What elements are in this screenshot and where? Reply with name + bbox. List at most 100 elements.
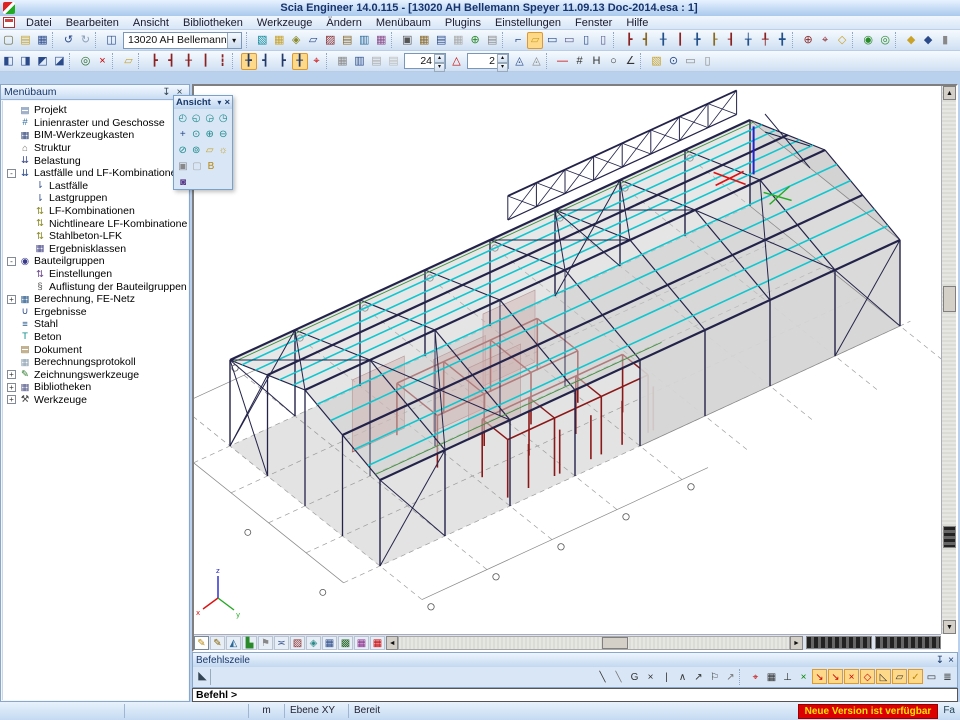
- view-option-icon[interactable]: ⊘: [177, 143, 190, 156]
- toolbar-icon[interactable]: ┠: [706, 32, 722, 49]
- toolbar-icon[interactable]: ╊: [241, 53, 257, 70]
- tree-expander-icon[interactable]: +: [7, 370, 16, 379]
- vscroll-thumb[interactable]: [943, 286, 956, 312]
- menu-item[interactable]: Datei: [19, 16, 59, 30]
- tree-item[interactable]: ▦ Ergebnisklassen: [3, 243, 188, 256]
- tree-item[interactable]: # Linienraster und Geschosse: [3, 117, 188, 130]
- project-combo[interactable]: 13020 AH Bellemann ▾: [123, 32, 242, 49]
- tree-item[interactable]: § Auflistung der Bauteilgruppen: [3, 280, 188, 293]
- toolbar-icon[interactable]: ▦: [35, 32, 51, 49]
- toolbar-icon[interactable]: ▮: [937, 32, 953, 49]
- tree-item[interactable]: + ▦ Bibliotheken: [3, 381, 188, 394]
- toolbar-icon[interactable]: ◈: [288, 32, 304, 49]
- snap-icon[interactable]: ╲: [611, 669, 626, 684]
- viewport-tool-icon[interactable]: ▙: [242, 636, 257, 650]
- tree-item[interactable]: ⇅ Einstellungen: [3, 268, 188, 281]
- menu-item[interactable]: Werkzeuge: [250, 16, 319, 30]
- menu-item[interactable]: Hilfe: [619, 16, 655, 30]
- viewport-tool-icon[interactable]: ▦: [322, 636, 337, 650]
- zoom-icon[interactable]: +: [177, 127, 190, 140]
- toolbar-icon[interactable]: ┫: [164, 53, 180, 70]
- menu-item[interactable]: Fenster: [568, 16, 619, 30]
- hscroll-right-icon[interactable]: ►: [790, 636, 802, 650]
- snap-icon[interactable]: |: [659, 669, 674, 684]
- toolbar-icon[interactable]: H: [589, 53, 605, 70]
- toolbar-icon[interactable]: ◬: [529, 53, 545, 70]
- clip-bar-1[interactable]: [806, 636, 872, 649]
- toolbar-icon[interactable]: ◉: [860, 32, 876, 49]
- toolbar-icon[interactable]: ◎: [877, 32, 893, 49]
- snap-icon[interactable]: ◇: [860, 669, 875, 684]
- toolbar-icon[interactable]: ▭: [544, 32, 560, 49]
- toolbar-icon[interactable]: ▯: [700, 53, 716, 70]
- toolbar-icon[interactable]: ▧: [649, 53, 665, 70]
- render-mode-icon[interactable]: ▣: [177, 159, 190, 172]
- snap-icon[interactable]: ↗: [723, 669, 738, 684]
- vscroll-down-icon[interactable]: ▼: [943, 620, 956, 634]
- toolbar-icon[interactable]: ▤: [386, 53, 402, 70]
- toolbar-icon[interactable]: ▭: [561, 32, 577, 49]
- close-icon[interactable]: ×: [224, 97, 230, 108]
- toolbar-icon[interactable]: ▯: [578, 32, 594, 49]
- toolbar-icon[interactable]: ╊: [689, 32, 705, 49]
- toolbar-icon[interactable]: ▤: [484, 32, 500, 49]
- command-input[interactable]: Befehl >: [192, 688, 958, 702]
- toolbar-icon[interactable]: ┃: [672, 32, 688, 49]
- hscroll-left-icon[interactable]: ◄: [386, 636, 398, 650]
- tree-item[interactable]: ≡ Stahl: [3, 318, 188, 331]
- viewport-tool-icon[interactable]: ⚑: [258, 636, 273, 650]
- tree-item[interactable]: - ◉ Bauteilgruppen: [3, 255, 188, 268]
- toolbar-icon[interactable]: ◬: [512, 53, 528, 70]
- viewport-tool-icon[interactable]: ◈: [306, 636, 321, 650]
- view-option-icon[interactable]: ▱: [204, 143, 217, 156]
- snap-icon[interactable]: ≣: [940, 669, 955, 684]
- viewport-tool-icon[interactable]: ✎: [194, 636, 209, 650]
- viewport-tool-icon[interactable]: ▦: [354, 636, 369, 650]
- toolbar-icon[interactable]: ╁: [740, 32, 756, 49]
- zoom-icon[interactable]: ⊕: [204, 127, 217, 140]
- toolbar-icon[interactable]: ╂: [292, 53, 308, 70]
- status-plane[interactable]: Ebene XY: [285, 704, 349, 718]
- toolbar-icon[interactable]: ◆: [920, 32, 936, 49]
- clip-bar-2[interactable]: [875, 636, 941, 649]
- tree-item[interactable]: ▦ BIM-Werkzeugkasten: [3, 129, 188, 142]
- viewport-tool-icon[interactable]: ▩: [338, 636, 353, 650]
- toolbar-icon[interactable]: ▭: [683, 53, 699, 70]
- snap-icon[interactable]: ↗: [691, 669, 706, 684]
- toolbar-icon[interactable]: ▤: [339, 32, 355, 49]
- toolbar-icon[interactable]: ┇: [215, 53, 231, 70]
- toolbar-icon[interactable]: ┫: [258, 53, 274, 70]
- cursor-mode-icon[interactable]: ◣: [195, 669, 211, 685]
- viewport-tool-icon[interactable]: ✎: [210, 636, 225, 650]
- menu-item[interactable]: Bibliotheken: [176, 16, 250, 30]
- snap-icon[interactable]: ▱: [892, 669, 907, 684]
- view-rotate-icon[interactable]: ◷: [217, 111, 230, 124]
- toolbar-icon[interactable]: ┨: [723, 32, 739, 49]
- toolbar-icon[interactable]: ▨: [322, 32, 338, 49]
- toolbar-icon[interactable]: ▤: [18, 32, 34, 49]
- toolbar-icon[interactable]: ◎: [78, 53, 94, 70]
- toolbar-icon[interactable]: ▤: [433, 32, 449, 49]
- toolbar-icon[interactable]: ▦: [373, 32, 389, 49]
- toolbar-icon[interactable]: △: [449, 53, 465, 70]
- toolbar-icon[interactable]: ▱: [305, 32, 321, 49]
- snap-icon[interactable]: ╲: [595, 669, 610, 684]
- vertical-scrollbar[interactable]: ▲ ▼: [941, 86, 956, 634]
- pin-icon[interactable]: ↧: [936, 655, 944, 666]
- snap-icon[interactable]: G: [627, 669, 642, 684]
- toolbar-icon[interactable]: ┃: [198, 53, 214, 70]
- menu-item[interactable]: Ändern: [319, 16, 368, 30]
- toolbar-icon[interactable]: ╀: [757, 32, 773, 49]
- toolbar-icon[interactable]: ↻: [78, 32, 94, 49]
- toolbar-icon[interactable]: ◆: [903, 32, 919, 49]
- tree-expander-icon[interactable]: +: [7, 295, 16, 304]
- document-icon[interactable]: [3, 17, 15, 28]
- viewport-tool-icon[interactable]: ≍: [274, 636, 289, 650]
- snap-icon[interactable]: ▭: [924, 669, 939, 684]
- toolbar-icon[interactable]: ◪: [52, 53, 68, 70]
- snap-icon[interactable]: ↘: [828, 669, 843, 684]
- tree-item[interactable]: ▤ Projekt: [3, 104, 188, 117]
- tree-expander-icon[interactable]: -: [7, 257, 16, 266]
- toolbar-icon[interactable]: ▦: [271, 32, 287, 49]
- toolbar-icon[interactable]: ⊕: [800, 32, 816, 49]
